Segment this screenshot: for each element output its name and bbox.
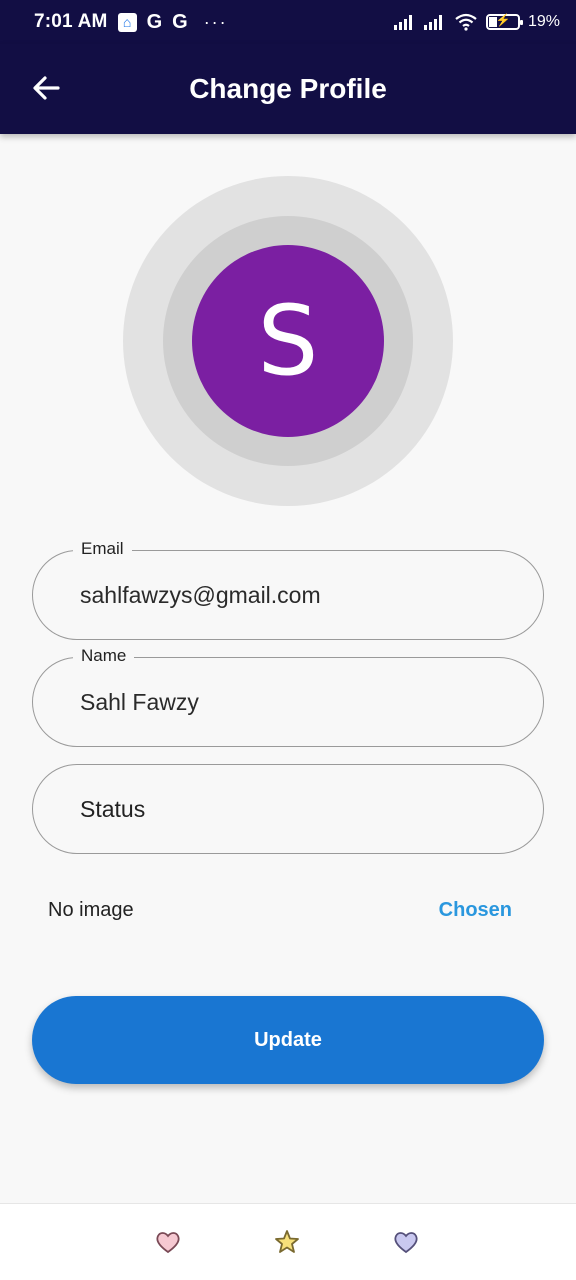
status-time: 7:01 AM bbox=[34, 11, 108, 32]
avatar-letter: S bbox=[257, 285, 319, 397]
page-title: Change Profile bbox=[189, 73, 387, 104]
status-field[interactable]: Status bbox=[32, 764, 544, 854]
email-value: sahlfawzys@gmail.com bbox=[80, 581, 321, 608]
name-value: Sahl Fawzy bbox=[80, 688, 199, 715]
signal-icon bbox=[393, 14, 416, 30]
more-dots-icon: ··· bbox=[203, 11, 228, 32]
home-app-icon: ⌂ bbox=[117, 12, 137, 32]
signal-icon bbox=[423, 14, 446, 30]
arrow-left-icon bbox=[33, 76, 60, 100]
no-image-text: No image bbox=[48, 898, 134, 921]
battery-percent: 19% bbox=[527, 13, 560, 30]
chosen-button[interactable]: Chosen bbox=[439, 899, 512, 922]
google-icon: G bbox=[146, 10, 163, 33]
app-bar: Change Profile bbox=[0, 44, 576, 134]
status-placeholder: Status bbox=[80, 795, 146, 822]
name-field[interactable]: Name Sahl Fawzy bbox=[32, 646, 544, 747]
heart-icon[interactable] bbox=[154, 1228, 182, 1256]
battery-icon: ⚡ bbox=[485, 13, 523, 30]
status-bar: 7:01 AM ⌂ G G ··· ⚡ 19% bbox=[0, 0, 576, 44]
email-field[interactable]: Email sahlfawzys@gmail.com bbox=[32, 539, 544, 640]
update-button-label: Update bbox=[254, 1028, 322, 1051]
google-icon: G bbox=[172, 10, 188, 33]
image-row: No image Chosen bbox=[48, 890, 512, 930]
heart-icon[interactable] bbox=[392, 1228, 420, 1256]
avatar[interactable]: S bbox=[192, 245, 384, 437]
star-icon[interactable] bbox=[273, 1228, 301, 1256]
wifi-icon bbox=[454, 13, 478, 31]
bottom-nav bbox=[0, 1203, 576, 1280]
update-button[interactable]: Update bbox=[32, 996, 544, 1084]
back-button[interactable] bbox=[28, 70, 64, 106]
